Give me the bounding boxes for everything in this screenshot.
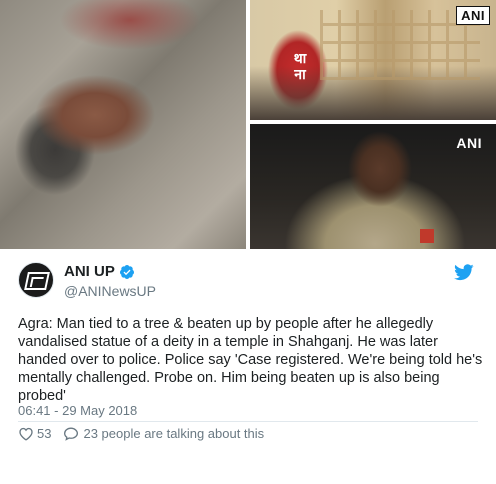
conversation-link[interactable]: 23 people are talking about this (83, 426, 264, 441)
media-photo-2[interactable]: था ना ANI (250, 0, 496, 120)
signboard-text: था ना (293, 50, 307, 82)
media-photo-3[interactable]: ANI (250, 124, 496, 249)
heart-icon[interactable] (18, 426, 34, 441)
author-name-row[interactable]: ANI UP (64, 263, 135, 280)
verified-badge-icon (119, 264, 134, 279)
ani-watermark-top: ANI (456, 6, 490, 25)
twitter-bird-icon[interactable] (454, 264, 474, 281)
author-display-name[interactable]: ANI UP (64, 263, 115, 280)
media-photo-1[interactable] (0, 0, 246, 249)
like-count[interactable]: 53 (37, 426, 51, 441)
tweet-actions: 53 23 people are talking about this (18, 426, 264, 441)
ani-logo-icon (24, 272, 50, 290)
avatar[interactable] (18, 262, 54, 298)
tweet-media-grid[interactable]: था ना ANI ANI (0, 0, 496, 249)
comment-icon[interactable] (63, 426, 79, 441)
tweet-header: ANI UP @ANINewsUP (18, 262, 478, 302)
author-handle[interactable]: @ANINewsUP (64, 283, 156, 299)
divider (18, 421, 478, 422)
tweet-timestamp[interactable]: 06:41 - 29 May 2018 (18, 403, 137, 418)
tweet-text: Agra: Man tied to a tree & beaten up by … (18, 316, 483, 404)
ani-watermark-bottom: ANI (456, 135, 482, 151)
